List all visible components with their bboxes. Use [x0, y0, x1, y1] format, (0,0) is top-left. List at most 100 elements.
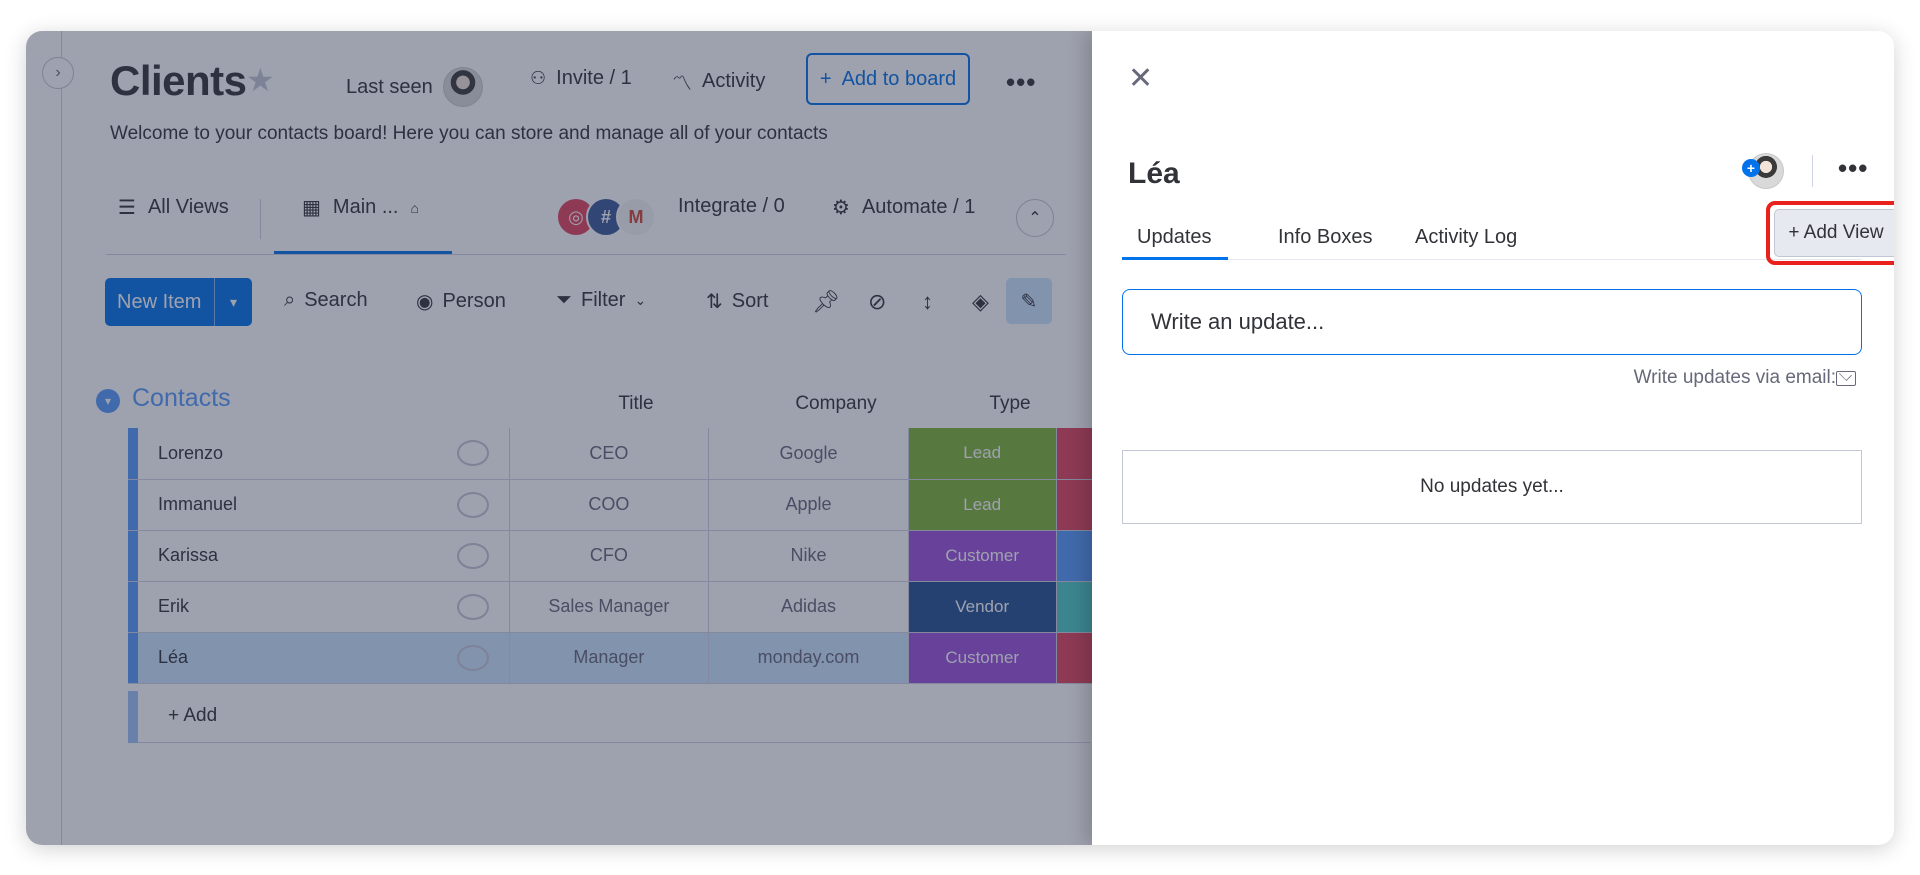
all-views-button[interactable]: ☰ All Views: [118, 195, 229, 220]
update-input[interactable]: Write an update...: [1122, 289, 1862, 355]
integration-icons[interactable]: ◎ # M: [556, 197, 656, 237]
new-item-label: New Item: [117, 290, 202, 313]
next-status-cell[interactable]: [1056, 581, 1092, 633]
view-divider: [260, 199, 261, 239]
gmail-icon: M: [616, 197, 656, 237]
next-status-cell[interactable]: [1056, 530, 1092, 582]
title-cell[interactable]: COO: [509, 479, 710, 531]
table-row[interactable]: Erik Sales Manager Adidas Vendor: [128, 581, 1092, 633]
type-status-cell[interactable]: Lead: [908, 479, 1057, 531]
new-item-button[interactable]: New Item ▾: [105, 278, 252, 326]
row-color-stripe: [128, 428, 138, 480]
row-color-stripe: [128, 530, 138, 582]
last-seen[interactable]: Last seen: [346, 67, 483, 107]
add-subscriber-icon[interactable]: +: [1742, 159, 1760, 177]
mail-icon[interactable]: [1836, 371, 1856, 386]
company-cell[interactable]: Nike: [708, 530, 909, 582]
tab-activity-log[interactable]: Activity Log: [1415, 226, 1517, 249]
contacts-table: Lorenzo CEO Google Lead Immanuel COO App…: [128, 428, 1092, 684]
chevron-down-icon[interactable]: ▾: [214, 278, 252, 326]
chevron-up-icon: ⌃: [1028, 210, 1042, 227]
title-cell[interactable]: CEO: [509, 428, 710, 480]
item-name-cell[interactable]: Karissa: [137, 530, 510, 582]
pin-icon[interactable]: 📌︎: [812, 289, 840, 315]
column-header-company[interactable]: Company: [736, 393, 936, 415]
group-collapse-icon[interactable]: ▾: [96, 389, 120, 413]
title-cell[interactable]: Sales Manager: [509, 581, 710, 633]
table-row[interactable]: Karissa CFO Nike Customer: [128, 530, 1092, 582]
item-name-cell[interactable]: Immanuel: [137, 479, 510, 531]
tab-info-boxes[interactable]: Info Boxes: [1278, 226, 1373, 249]
robot-icon: ⚙: [832, 197, 850, 219]
comment-icon[interactable]: [456, 593, 489, 620]
table-row[interactable]: Lorenzo CEO Google Lead: [128, 428, 1092, 480]
automate-button[interactable]: ⚙ Automate / 1: [832, 195, 975, 220]
sort-icon: ⇅: [706, 291, 723, 313]
item-detail-panel: ✕ Léa + ••• Updates Info Boxes Activity …: [1092, 31, 1894, 845]
type-status-cell[interactable]: Vendor: [908, 581, 1057, 633]
comment-icon[interactable]: [456, 542, 489, 569]
activity-button[interactable]: 〽 Activity: [672, 67, 765, 96]
add-to-board-button[interactable]: + Add to board: [806, 53, 970, 105]
last-seen-label: Last seen: [346, 75, 433, 98]
chevron-down-icon[interactable]: ⌄: [634, 292, 646, 309]
table-row[interactable]: Immanuel COO Apple Lead: [128, 479, 1092, 531]
company-cell[interactable]: Google: [708, 428, 909, 480]
type-status-cell[interactable]: Customer: [908, 530, 1057, 582]
column-header-type[interactable]: Type: [936, 393, 1084, 415]
next-status-cell[interactable]: [1056, 428, 1092, 480]
table-row[interactable]: Léa Manager monday.com Customer: [128, 632, 1092, 684]
item-name-cell[interactable]: Lorenzo: [137, 428, 510, 480]
sort-button[interactable]: ⇅ Sort: [706, 289, 768, 314]
type-status-cell[interactable]: Customer: [908, 632, 1057, 684]
group-title[interactable]: Contacts: [132, 384, 231, 413]
item-name: Léa: [157, 647, 188, 667]
activity-label: Activity: [702, 70, 766, 92]
add-item-row[interactable]: + Add: [128, 691, 1090, 743]
comment-icon[interactable]: [456, 491, 489, 518]
company-cell[interactable]: Apple: [708, 479, 909, 531]
comment-icon[interactable]: [456, 440, 489, 466]
company-cell[interactable]: Adidas: [708, 581, 909, 633]
row-color-stripe: [128, 581, 138, 633]
person-icon: ◉: [416, 291, 434, 313]
edit-pen-icon[interactable]: ✎: [1006, 278, 1052, 324]
close-icon[interactable]: ✕: [1128, 61, 1153, 96]
favorite-star-icon[interactable]: ★: [246, 61, 275, 99]
collapse-header-button[interactable]: ⌃: [1016, 199, 1054, 237]
item-name-cell[interactable]: Léa: [137, 632, 510, 684]
item-name-cell[interactable]: Erik: [137, 581, 510, 633]
person-label: Person: [442, 290, 506, 312]
paint-bucket-icon[interactable]: ◈: [972, 289, 989, 315]
add-view-button[interactable]: + Add View: [1774, 209, 1894, 257]
search-button[interactable]: ⌕ Search: [284, 289, 368, 312]
integrate-button[interactable]: Integrate / 0: [678, 195, 785, 218]
type-status-cell[interactable]: Lead: [908, 428, 1057, 480]
panel-more-icon[interactable]: •••: [1838, 153, 1868, 184]
expand-sidebar-button[interactable]: ›: [42, 57, 74, 89]
person-add-icon: ⚇: [530, 68, 547, 88]
title-cell[interactable]: CFO: [509, 530, 710, 582]
next-status-cell[interactable]: [1056, 479, 1092, 531]
side-rail: [26, 31, 62, 845]
hide-icon[interactable]: ⊘: [868, 289, 886, 315]
company-link[interactable]: monday.com: [708, 632, 909, 684]
main-view-label: Main ...: [332, 196, 399, 218]
home-icon: ⌂: [410, 199, 419, 216]
person-filter-button[interactable]: ◉ Person: [416, 289, 506, 314]
board-more-icon[interactable]: •••: [1006, 67, 1036, 98]
sort-label: Sort: [731, 290, 769, 312]
item-name: Immanuel: [157, 494, 237, 514]
plus-icon: +: [819, 67, 832, 90]
row-height-icon[interactable]: ↕: [922, 289, 933, 315]
title-cell[interactable]: Manager: [509, 632, 710, 684]
item-title[interactable]: Léa: [1128, 157, 1180, 191]
invite-button[interactable]: ⚇ Invite / 1: [530, 67, 632, 90]
filter-button[interactable]: ⏷ Filter ⌄: [556, 289, 646, 312]
tab-main-table[interactable]: ▦ Main ... ⌂: [302, 195, 419, 220]
tab-updates[interactable]: Updates: [1137, 226, 1212, 249]
empty-updates-state: No updates yet...: [1122, 450, 1862, 524]
next-status-cell[interactable]: [1056, 632, 1092, 684]
comment-icon[interactable]: [456, 644, 489, 671]
column-header-title[interactable]: Title: [536, 393, 736, 415]
